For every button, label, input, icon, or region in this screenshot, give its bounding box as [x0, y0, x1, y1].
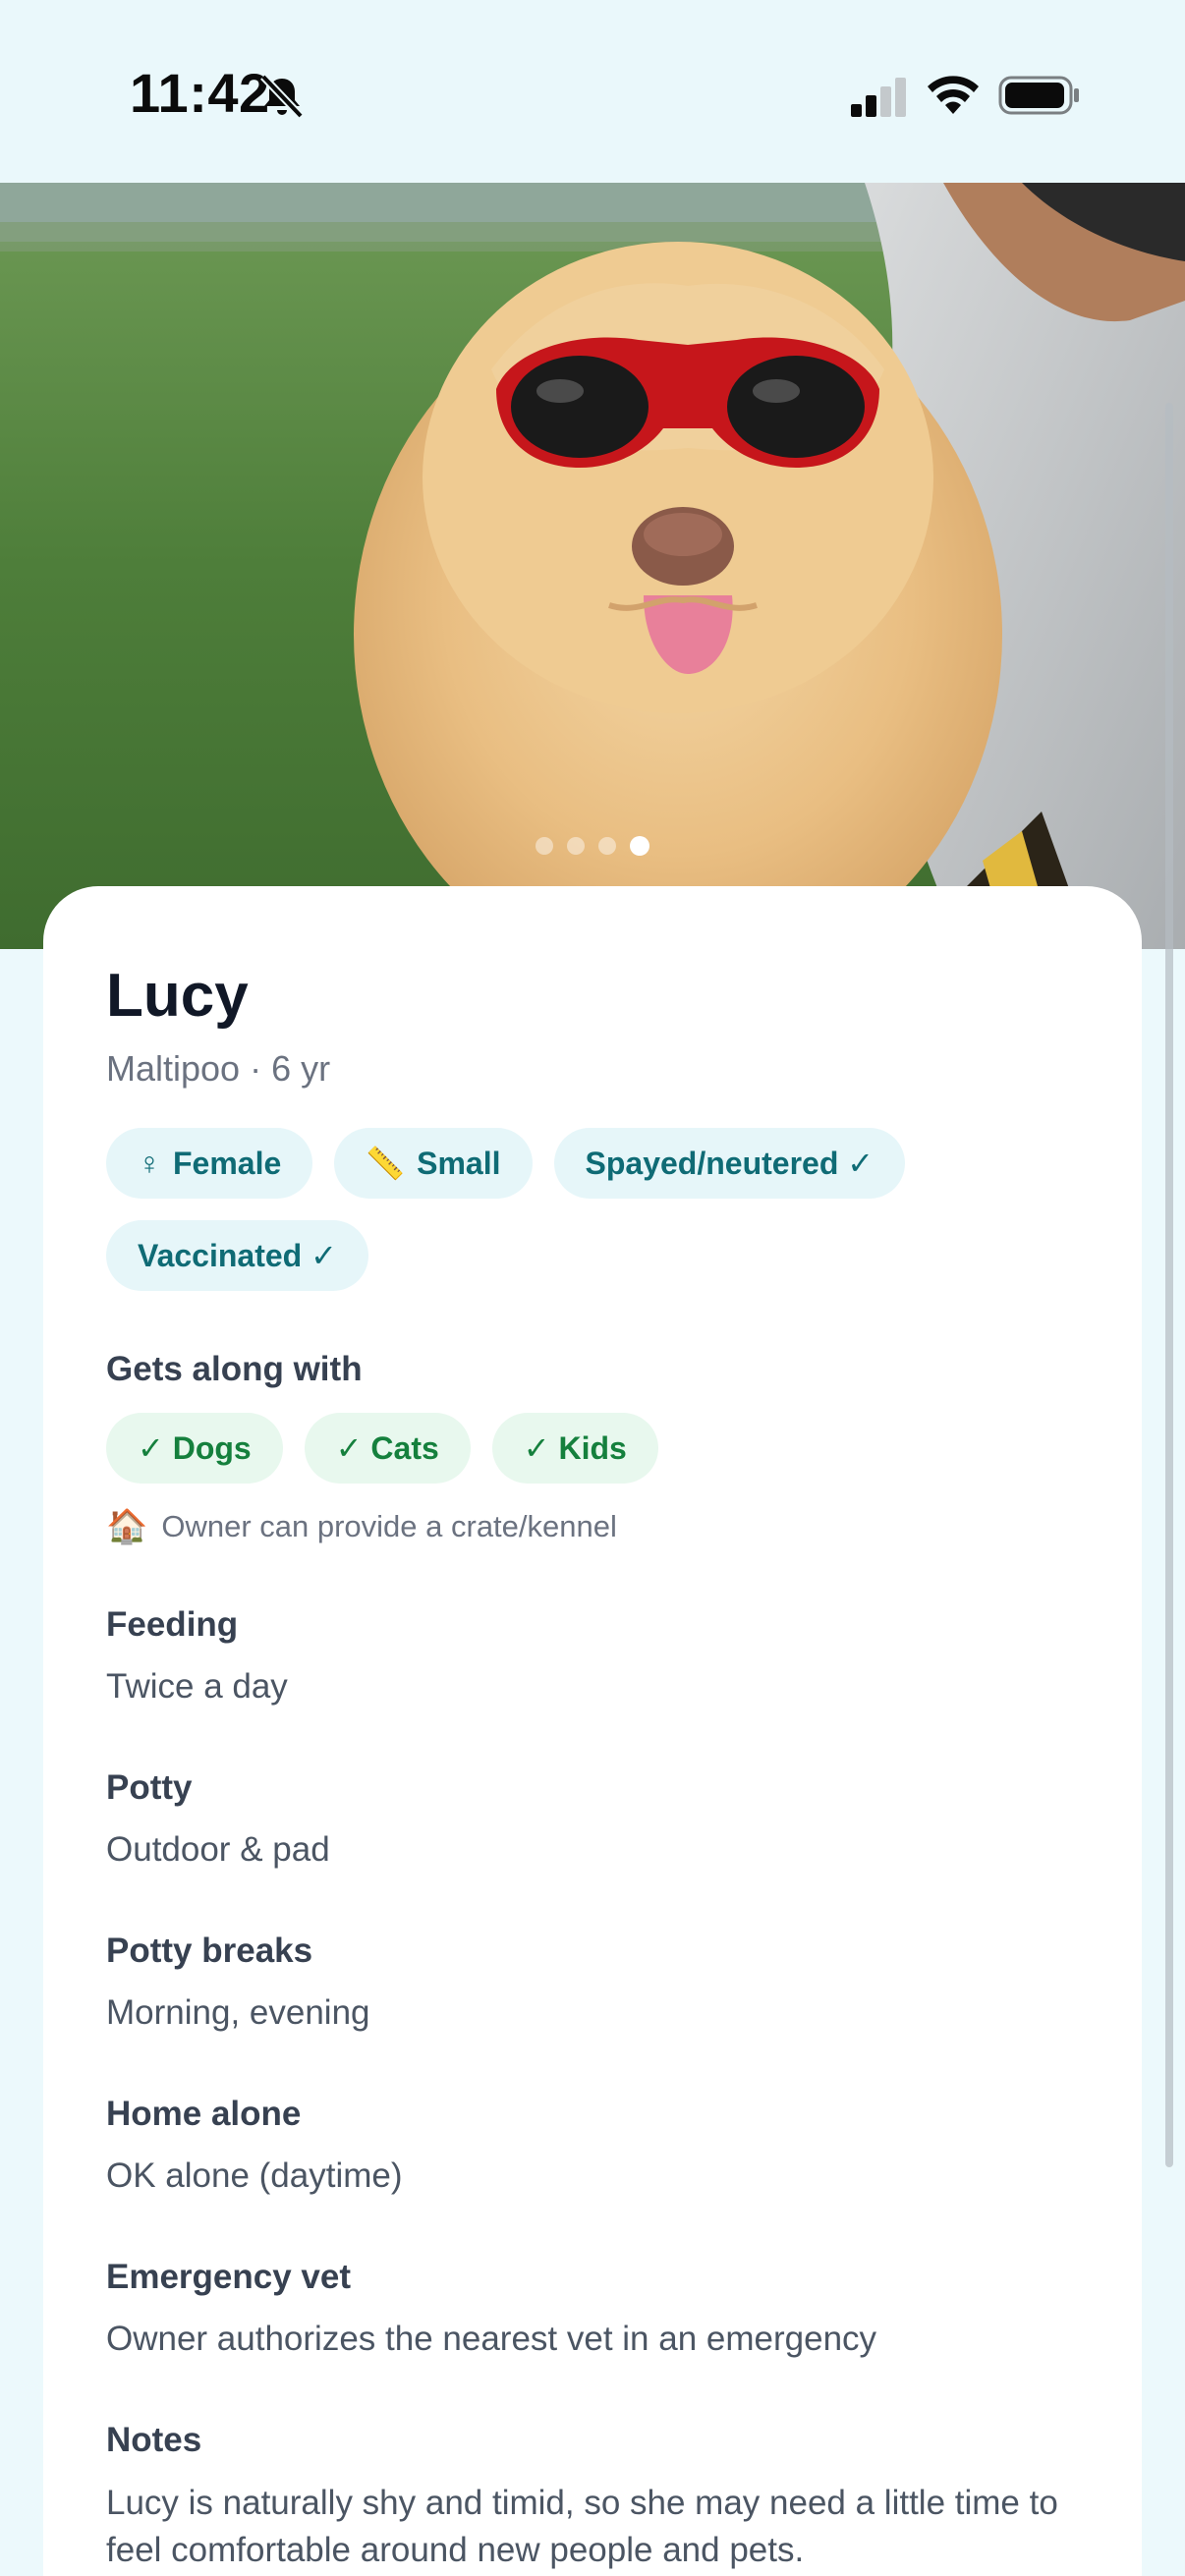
- chip-label: Small: [417, 1145, 501, 1181]
- status-time: 11:42: [130, 62, 270, 124]
- chip-kids: ✓ Kids: [491, 1413, 658, 1484]
- bell-slash-icon: [260, 74, 304, 119]
- field-label: Notes: [106, 2421, 202, 2459]
- chip-label: Spayed/neutered ✓: [585, 1146, 875, 1181]
- pet-profile-card: Lucy Maltipoo · 6 yr ♀ Female 📏 Small Sp…: [43, 886, 1142, 2576]
- chip-spayed: Spayed/neutered ✓: [553, 1128, 906, 1199]
- attribute-chips: ♀ Female 📏 Small Spayed/neutered ✓ Vacci…: [106, 1128, 990, 1291]
- crate-note-text: Owner can provide a crate/kennel: [161, 1509, 617, 1543]
- potty-breaks-field: Potty breaks Morning, evening: [106, 1930, 1079, 2036]
- carousel-dot[interactable]: [567, 837, 585, 855]
- field-label: Potty: [106, 1768, 193, 1807]
- field-value: Twice a day: [106, 1667, 288, 1706]
- chip-cats: ✓ Cats: [304, 1413, 471, 1484]
- chip-size: 📏 Small: [334, 1128, 533, 1199]
- field-value: Outdoor & pad: [106, 1830, 330, 1869]
- scrollbar[interactable]: [1165, 403, 1173, 2167]
- chip-vaccinated: Vaccinated ✓: [106, 1220, 368, 1291]
- carousel-dot[interactable]: [536, 837, 553, 855]
- wifi-icon: [928, 76, 979, 114]
- feeding-field: Feeding Twice a day: [106, 1603, 1079, 1709]
- gets-along-heading: Gets along with: [106, 1350, 363, 1388]
- battery-icon: [998, 76, 1079, 115]
- field-value: Morning, evening: [106, 1993, 370, 2032]
- potty-field: Potty Outdoor & pad: [106, 1766, 1079, 1873]
- cellular-signal-icon: [851, 78, 906, 117]
- chip-label: Vaccinated ✓: [138, 1238, 337, 1273]
- field-value: Owner authorizes the nearest vet in an e…: [106, 2320, 877, 2358]
- crate-note: 🏠 Owner can provide a crate/kennel: [106, 1507, 1079, 1546]
- gets-along-chips: ✓ Dogs ✓ Cats ✓ Kids: [106, 1413, 1079, 1484]
- home-alone-field: Home alone OK alone (daytime): [106, 2093, 1079, 2199]
- field-value: OK alone (daytime): [106, 2156, 403, 2195]
- notes-field: Notes Lucy is naturally shy and timid, s…: [106, 2419, 1079, 2574]
- carousel-dot[interactable]: [598, 837, 616, 855]
- chip-gender: ♀ Female: [106, 1128, 313, 1199]
- emergency-vet-field: Emergency vet Owner authorizes the neare…: [106, 2256, 1079, 2362]
- field-label: Potty breaks: [106, 1932, 313, 1970]
- carousel-dot-active[interactable]: [630, 836, 649, 856]
- house-icon: 🏠: [106, 1508, 148, 1545]
- field-label: Home alone: [106, 2095, 302, 2133]
- chip-label: Female: [173, 1145, 282, 1181]
- female-icon: ♀: [138, 1145, 161, 1181]
- carousel-pagination: [0, 831, 1185, 861]
- pet-breed-age: Maltipoo · 6 yr: [106, 1048, 331, 1089]
- field-label: Feeding: [106, 1605, 239, 1644]
- ruler-icon: 📏: [366, 1146, 406, 1181]
- chip-dogs: ✓ Dogs: [106, 1413, 283, 1484]
- pet-name: Lucy: [106, 962, 249, 1030]
- status-bar: 11:42: [0, 0, 1185, 183]
- field-label: Emergency vet: [106, 2258, 352, 2296]
- notes-text: Lucy is naturally shy and timid, so she …: [106, 2484, 1058, 2569]
